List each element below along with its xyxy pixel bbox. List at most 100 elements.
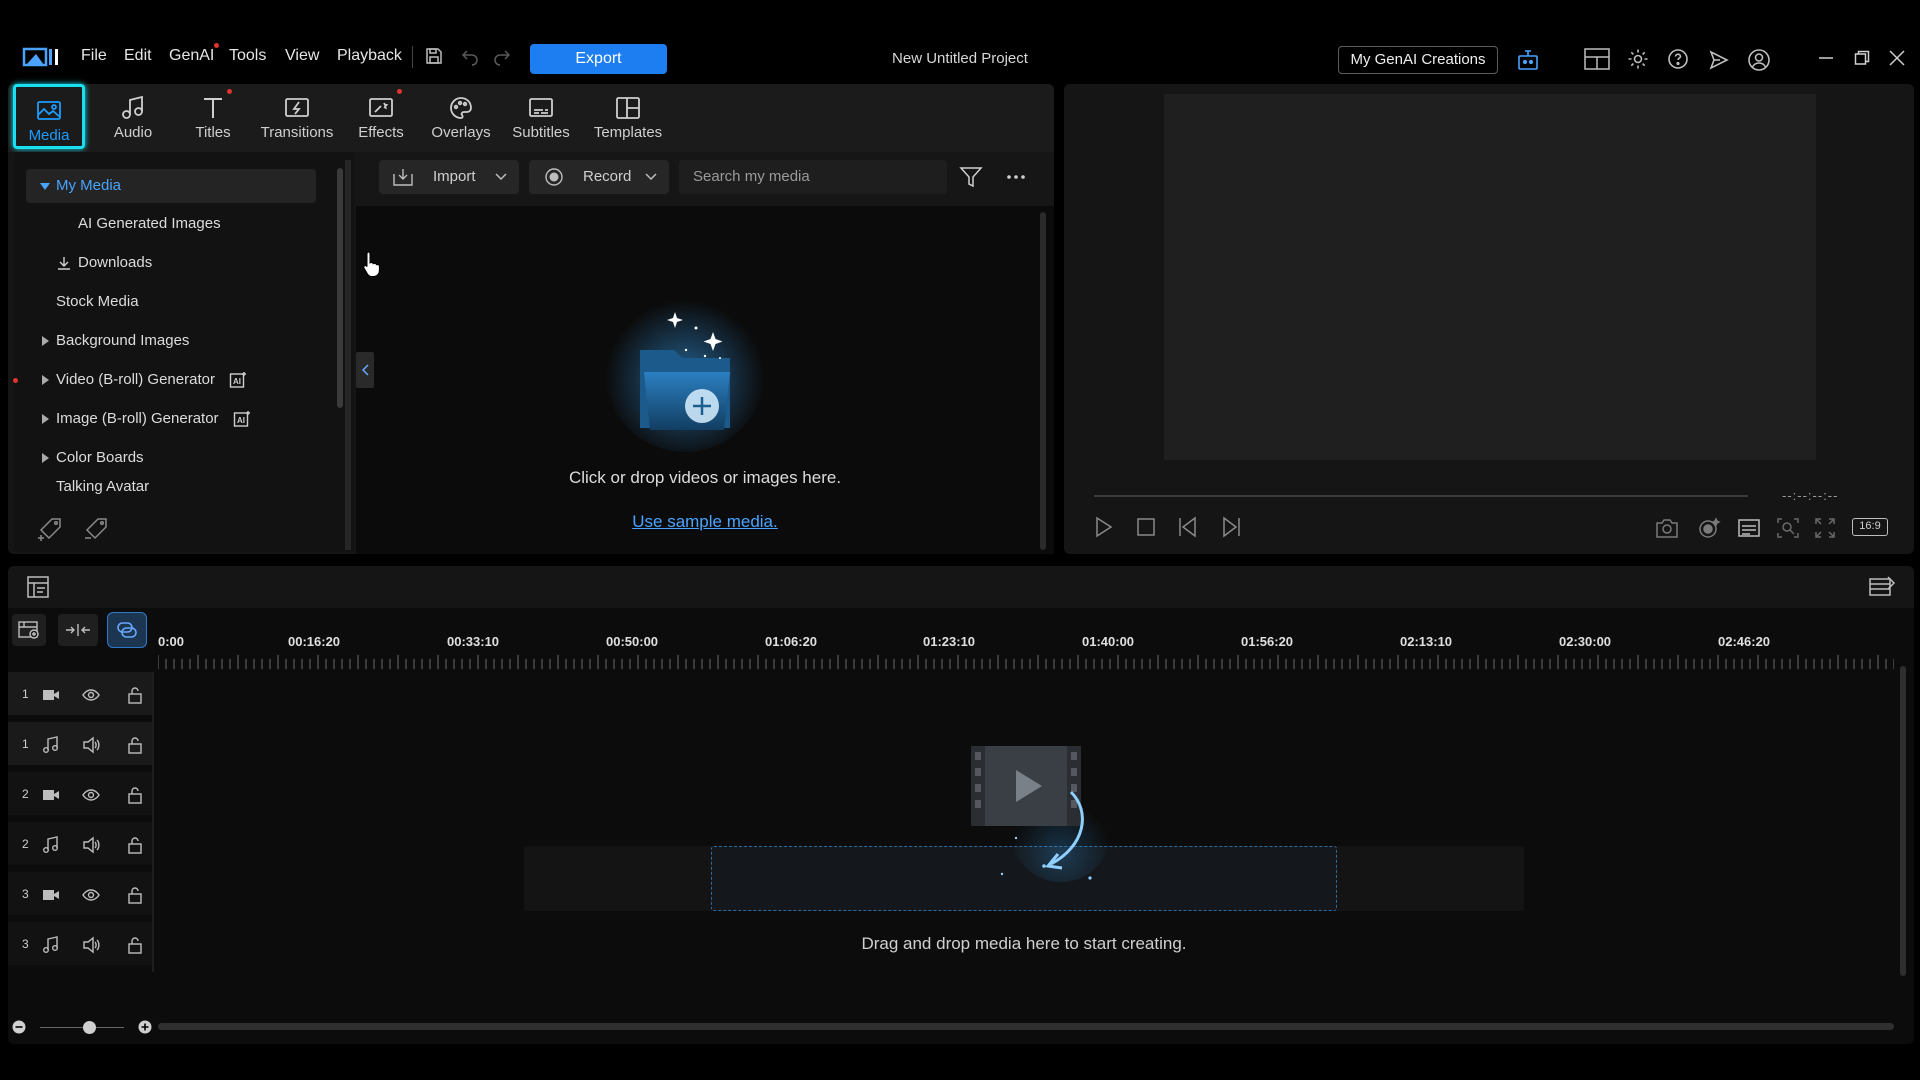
eye-visibility-icon[interactable] [82,786,100,804]
subtitle-preview-icon[interactable] [1737,517,1761,539]
tab-transitions[interactable]: Transitions [253,84,341,152]
track-number: 3 [22,887,29,901]
add-track-button[interactable] [12,614,46,646]
my-genai-creations-button[interactable]: My GenAI Creations [1338,46,1498,74]
tab-label: Subtitles [512,124,570,141]
unlock-icon[interactable] [126,836,144,854]
close-icon[interactable] [1889,50,1905,66]
record-button[interactable]: Record [529,160,669,194]
preview-screen[interactable] [1164,94,1816,460]
account-icon[interactable] [1747,48,1771,72]
video-camera-icon [42,886,60,904]
timeline-view-icon[interactable] [26,575,50,599]
minimize-icon[interactable] [1818,50,1834,66]
redo-icon[interactable] [492,46,512,66]
tree-item-ai-generated-images[interactable]: AI Generated Images [78,207,221,241]
tab-label: Effects [358,124,404,141]
tree-item-label: Downloads [78,254,153,271]
speaker-volume-icon[interactable] [82,936,100,954]
track-header-video-3: 3 [8,872,152,918]
zoom-slider-track[interactable] [40,1027,124,1028]
help-icon[interactable] [1667,48,1689,70]
export-button[interactable]: Export [530,44,667,74]
tab-media[interactable]: Media [13,84,85,149]
save-icon[interactable] [424,46,444,66]
chevron-down-icon [645,173,657,181]
tree-scrollbar[interactable] [337,168,343,408]
unlock-icon[interactable] [126,886,144,904]
timeline-settings-icon[interactable] [1868,575,1896,599]
feedback-megaphone-icon[interactable] [1707,48,1731,72]
unlock-icon[interactable] [126,686,144,704]
zoom-slider-thumb[interactable] [83,1021,96,1034]
settings-gear-icon[interactable] [1627,48,1649,70]
eye-visibility-icon[interactable] [82,686,100,704]
eye-visibility-icon[interactable] [82,886,100,904]
stop-icon[interactable] [1136,517,1156,537]
film-clip-illustration [966,742,1116,882]
collapse-panel-button[interactable] [356,352,374,388]
menu-genai[interactable]: GenAI [169,43,220,65]
next-frame-icon[interactable] [1218,516,1242,538]
record-voice-icon[interactable] [1697,517,1721,539]
unlock-icon[interactable] [126,786,144,804]
snapshot-camera-icon[interactable] [1655,517,1679,539]
play-icon[interactable] [1092,516,1114,538]
ruler-label: 01:23:10 [923,634,976,649]
tab-audio[interactable]: Audio [93,84,173,152]
timeline-horizontal-scrollbar[interactable] [158,1023,1894,1030]
robot-icon[interactable] [1516,48,1540,72]
layout-icon[interactable] [1584,48,1610,70]
add-tag-icon[interactable] [38,516,64,542]
unlock-icon[interactable] [126,936,144,954]
tree-item-background-images[interactable]: Background Images [39,324,189,358]
magnetic-link-button[interactable] [107,612,147,648]
use-sample-media-link[interactable]: Use sample media. [632,512,778,531]
tab-overlays[interactable]: Overlays [421,84,501,152]
tab-templates[interactable]: Templates [583,84,673,152]
panel-splitter[interactable] [345,160,351,550]
tab-label: Transitions [260,124,334,141]
tree-item-talking-avatar[interactable]: Talking Avatar [56,480,149,496]
track-number: 1 [22,687,29,701]
filter-icon[interactable] [959,166,983,188]
previous-frame-icon[interactable] [1177,516,1201,538]
tree-item-image-broll-generator[interactable]: Image (B-roll) Generator AI [39,402,251,436]
zoom-out-icon[interactable] [12,1020,26,1034]
tree-item-video-broll-generator[interactable]: Video (B-roll) Generator AI [39,363,247,397]
ruler-label: 00:33:10 [447,634,500,649]
search-input[interactable]: Search my media [679,160,947,194]
more-options-icon[interactable] [1006,174,1026,180]
menu-tools[interactable]: Tools [229,47,266,65]
playback-scrubber[interactable] [1094,495,1748,497]
undo-icon[interactable] [460,46,480,66]
remove-tag-icon[interactable] [84,516,110,542]
fit-timeline-button[interactable] [58,614,98,646]
zoom-preview-icon[interactable] [1776,517,1800,539]
zoom-in-icon[interactable] [138,1020,152,1034]
speaker-volume-icon[interactable] [82,836,100,854]
aspect-ratio-button[interactable]: 16:9 [1852,518,1888,536]
speaker-volume-icon[interactable] [82,736,100,754]
menu-view[interactable]: View [285,47,319,65]
music-note-icon [42,736,60,754]
chevron-down-icon [40,183,50,190]
timeline-ruler-ticks[interactable] [158,655,1894,669]
fullscreen-icon[interactable] [1814,517,1836,539]
tree-item-downloads[interactable]: Downloads [57,246,152,280]
tab-subtitles[interactable]: Subtitles [501,84,581,152]
tree-item-label: My Media [56,177,122,194]
unlock-icon[interactable] [126,736,144,754]
tree-item-color-boards[interactable]: Color Boards [39,441,144,475]
timeline-vertical-scrollbar[interactable] [1900,666,1906,976]
menu-playback[interactable]: Playback [337,47,402,65]
tree-item-my-media[interactable]: My Media [39,169,121,203]
restore-icon[interactable] [1854,50,1870,66]
menu-edit[interactable]: Edit [124,47,152,65]
tab-titles[interactable]: Titles [173,84,253,152]
media-scrollbar[interactable] [1040,212,1046,550]
import-button[interactable]: Import [379,160,519,194]
menu-file[interactable]: File [81,47,107,65]
tree-item-stock-media[interactable]: Stock Media [56,285,139,319]
tab-effects[interactable]: Effects [341,84,421,152]
